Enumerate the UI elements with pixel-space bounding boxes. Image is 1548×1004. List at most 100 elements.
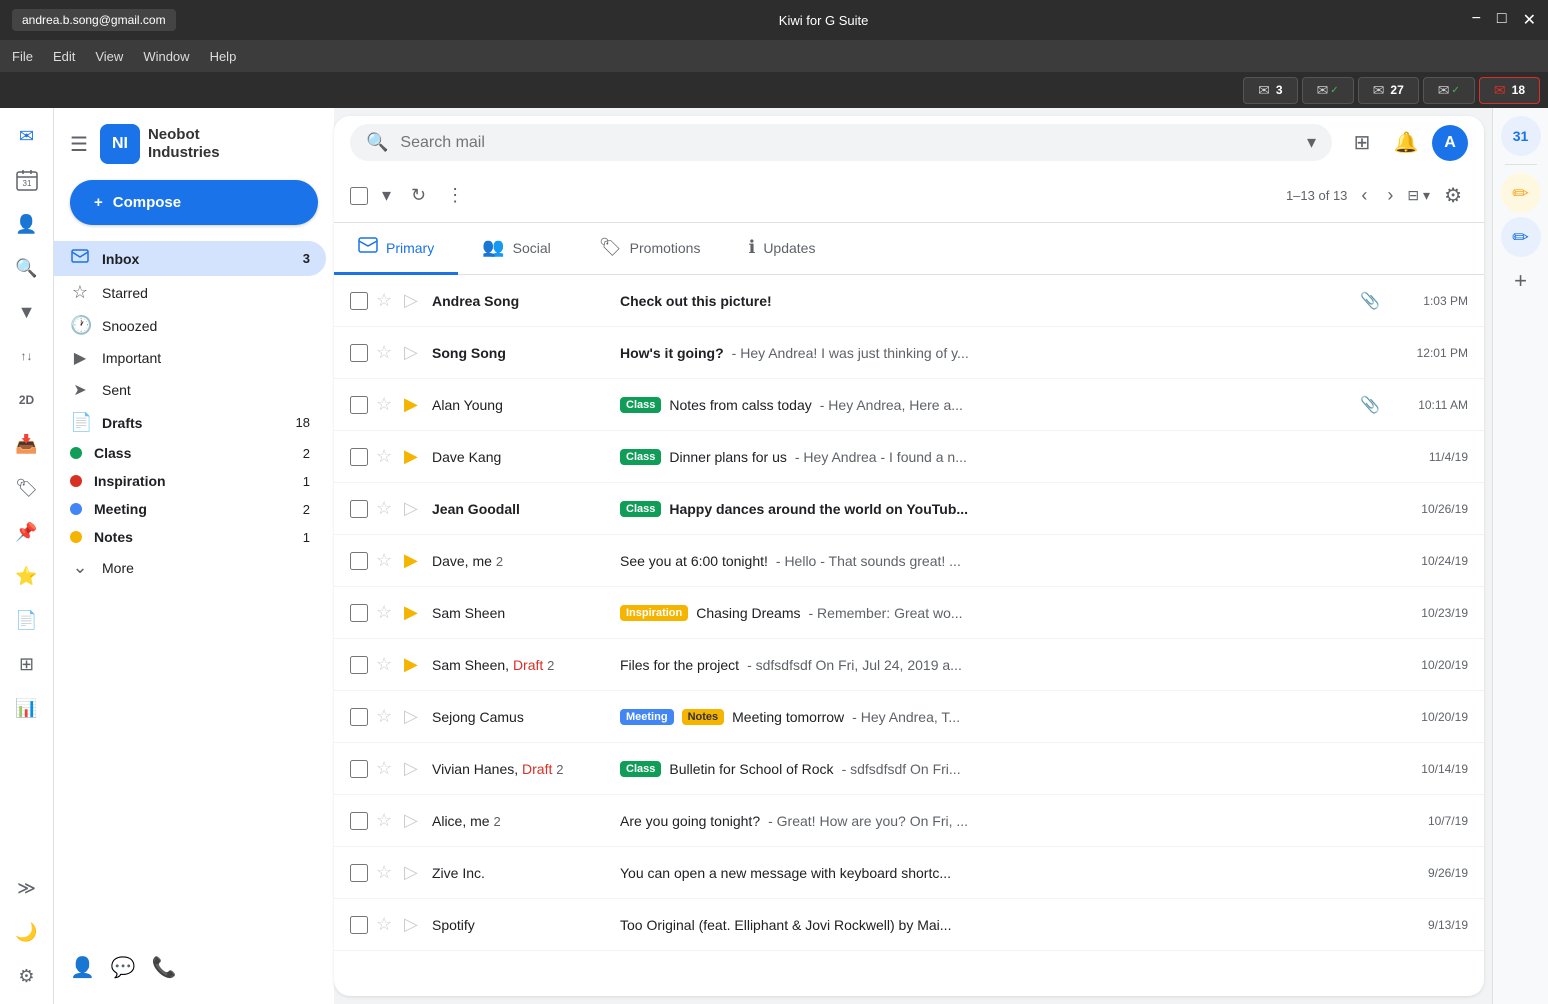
rail-star2-icon[interactable]: ⭐ (7, 556, 47, 596)
tab-social[interactable]: 👥 Social (458, 223, 575, 275)
rail-settings-icon[interactable]: ⚙ (7, 956, 47, 996)
row-checkbox[interactable] (350, 448, 368, 466)
table-row[interactable]: ☆ ▷ Spotify Too Original (feat. Elliphan… (334, 899, 1484, 951)
star-icon[interactable]: ☆ (376, 498, 396, 519)
right-calendar-icon[interactable]: 31 (1501, 116, 1541, 156)
phone-icon[interactable]: 📞 (152, 955, 177, 980)
sidebar-item-drafts[interactable]: 📄 Drafts 18 (54, 406, 326, 439)
rail-table-icon[interactable]: ⊞ (7, 644, 47, 684)
rail-pin-icon[interactable]: 📌 (7, 512, 47, 552)
star-icon[interactable]: ☆ (376, 810, 396, 831)
star-icon[interactable]: ☆ (376, 446, 396, 467)
tab-promotions[interactable]: 🏷 Promotions (575, 223, 725, 275)
star-icon[interactable]: ☆ (376, 914, 396, 935)
star-icon[interactable]: ☆ (376, 342, 396, 363)
important-marker-icon[interactable]: ▶ (404, 446, 424, 467)
row-checkbox[interactable] (350, 656, 368, 674)
right-edit-icon[interactable]: ✏ (1501, 173, 1541, 213)
window-controls[interactable]: − □ ✕ (1472, 10, 1536, 30)
table-row[interactable]: ☆ ▶ Dave Kang Class Dinner plans for us … (334, 431, 1484, 483)
account-email[interactable]: andrea.b.song@gmail.com (12, 9, 176, 31)
important-marker-icon[interactable]: ▷ (404, 758, 424, 779)
table-row[interactable]: ☆ ▶ Dave, me 2 See you at 6:00 tonight! … (334, 535, 1484, 587)
star-icon[interactable]: ☆ (376, 706, 396, 727)
important-marker-icon[interactable]: ▷ (404, 706, 424, 727)
close-button[interactable]: ✕ (1523, 10, 1536, 30)
star-icon[interactable]: ☆ (376, 394, 396, 415)
account-tab-5[interactable]: ✉ 18 (1479, 77, 1540, 104)
important-marker-icon[interactable]: ▷ (404, 342, 424, 363)
important-marker-icon[interactable]: ▷ (404, 290, 424, 311)
rail-doc-icon[interactable]: 📄 (7, 600, 47, 640)
sidebar-item-more[interactable]: ⌄ More (54, 551, 326, 584)
important-marker-icon[interactable]: ▶ (404, 394, 424, 415)
row-checkbox[interactable] (350, 916, 368, 934)
important-marker-icon[interactable]: ▶ (404, 654, 424, 675)
view-options-icon[interactable]: ⊟ ▾ (1407, 187, 1430, 204)
sidebar-item-notes[interactable]: Notes 1 (54, 523, 326, 551)
star-icon[interactable]: ☆ (376, 550, 396, 571)
menu-edit[interactable]: Edit (53, 49, 75, 64)
row-checkbox[interactable] (350, 760, 368, 778)
row-checkbox[interactable] (350, 344, 368, 362)
star-icon[interactable]: ☆ (376, 758, 396, 779)
tab-primary[interactable]: Primary (334, 223, 458, 275)
tab-updates[interactable]: ℹ Updates (724, 223, 839, 275)
refresh-button[interactable]: ↻ (405, 179, 432, 212)
table-row[interactable]: ☆ ▷ Song Song How's it going? - Hey Andr… (334, 327, 1484, 379)
rail-2d-icon[interactable]: 2D (7, 380, 47, 420)
menu-view[interactable]: View (95, 49, 123, 64)
search-dropdown-icon[interactable]: ▾ (1307, 132, 1316, 153)
important-marker-icon[interactable]: ▷ (404, 862, 424, 883)
table-row[interactable]: ☆ ▷ Jean Goodall Class Happy dances arou… (334, 483, 1484, 535)
rail-mail-icon[interactable]: ✉ (7, 116, 47, 156)
minimize-button[interactable]: − (1472, 10, 1481, 30)
notifications-icon[interactable]: 🔔 (1388, 125, 1424, 161)
row-checkbox[interactable] (350, 708, 368, 726)
row-checkbox[interactable] (350, 604, 368, 622)
sidebar-item-important[interactable]: ▶ Important (54, 342, 326, 374)
rail-filter-icon[interactable]: ▼ (7, 292, 47, 332)
row-checkbox[interactable] (350, 500, 368, 518)
right-add-icon[interactable]: + (1501, 261, 1541, 301)
row-checkbox[interactable] (350, 292, 368, 310)
rail-label-icon[interactable]: 🏷 (7, 468, 47, 508)
table-row[interactable]: ☆ ▷ Sejong Camus Meeting Notes Meeting t… (334, 691, 1484, 743)
table-row[interactable]: ☆ ▶ Sam Sheen Inspiration Chasing Dreams… (334, 587, 1484, 639)
account-tab-2[interactable]: ✉ ✓ (1302, 77, 1354, 104)
row-checkbox[interactable] (350, 864, 368, 882)
compose-button[interactable]: + Compose (70, 180, 318, 225)
table-row[interactable]: ☆ ▷ Vivian Hanes, Draft 2 Class Bulletin… (334, 743, 1484, 795)
rail-report-icon[interactable]: 📊 (7, 688, 47, 728)
table-row[interactable]: ☆ ▶ Alan Young Class Notes from calss to… (334, 379, 1484, 431)
rail-search-icon[interactable]: 🔍 (7, 248, 47, 288)
table-row[interactable]: ☆ ▷ Andrea Song Check out this picture! … (334, 275, 1484, 327)
table-row[interactable]: ☆ ▶ Sam Sheen, Draft 2 Files for the pro… (334, 639, 1484, 691)
account-tab-3[interactable]: ✉ 27 (1358, 77, 1419, 104)
select-dropdown-button[interactable]: ▾ (376, 179, 397, 212)
table-row[interactable]: ☆ ▷ Alice, me 2 Are you going tonight? -… (334, 795, 1484, 847)
settings-button[interactable]: ⚙ (1438, 177, 1468, 214)
next-page-button[interactable]: › (1381, 179, 1399, 212)
row-checkbox[interactable] (350, 812, 368, 830)
search-input[interactable] (400, 134, 1295, 152)
menu-file[interactable]: File (12, 49, 33, 64)
chat-icon[interactable]: 💬 (111, 955, 136, 980)
select-all-checkbox[interactable] (350, 187, 368, 205)
maximize-button[interactable]: □ (1497, 10, 1507, 30)
more-options-button[interactable]: ⋮ (440, 179, 470, 212)
rail-expand-icon[interactable]: ≫ (7, 868, 47, 908)
rail-calendar-icon[interactable]: 31 (7, 160, 47, 200)
hamburger-icon[interactable]: ☰ (70, 132, 88, 157)
sidebar-item-snoozed[interactable]: 🕐 Snoozed (54, 309, 326, 342)
row-checkbox[interactable] (350, 552, 368, 570)
rail-collapse-icon[interactable]: ↑↓ (7, 336, 47, 376)
important-marker-icon[interactable]: ▷ (404, 498, 424, 519)
star-icon[interactable]: ☆ (376, 602, 396, 623)
add-contact-icon[interactable]: 👤 (70, 955, 95, 980)
prev-page-button[interactable]: ‹ (1355, 179, 1373, 212)
sidebar-item-sent[interactable]: ➤ Sent (54, 374, 326, 406)
avatar[interactable]: A (1432, 125, 1468, 161)
sidebar-item-inspiration[interactable]: Inspiration 1 (54, 467, 326, 495)
sidebar-item-class[interactable]: Class 2 (54, 439, 326, 467)
